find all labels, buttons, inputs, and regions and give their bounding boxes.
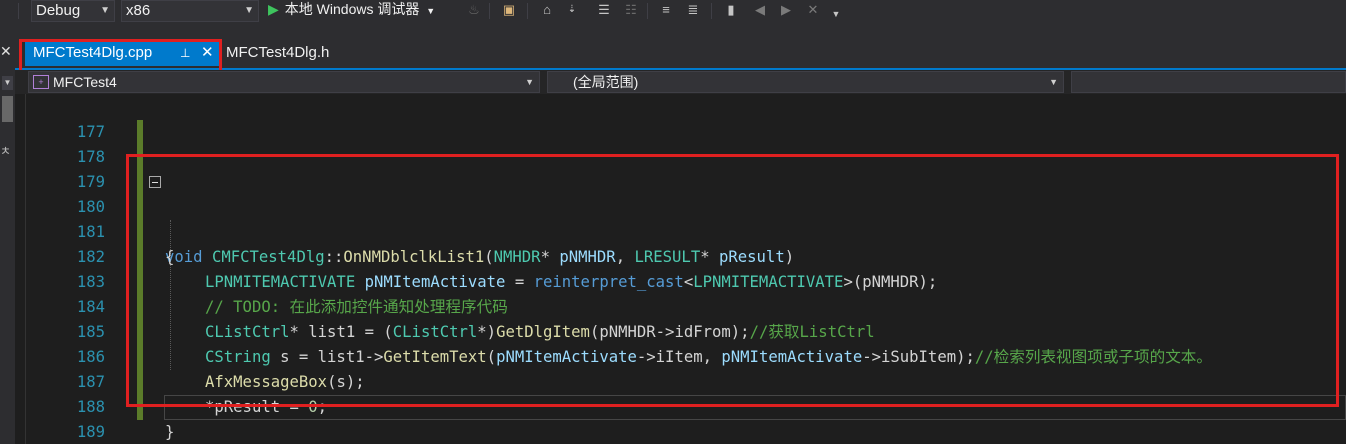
project-name: MFCTest4 [53,74,117,90]
highlight-box-tab [19,39,222,74]
comment-lines-icon[interactable]: ≡ [657,1,675,19]
project-icon: + [33,75,49,89]
step-into-icon[interactable]: ⇣ [563,1,581,19]
code-line: 178 [15,120,1346,166]
chevron-down-icon[interactable]: ▼ [2,76,13,90]
scope-name: (全局范围) [573,74,639,90]
chevron-down-icon: ▼ [426,6,436,16]
close-icon[interactable]: ✕ [0,43,12,60]
solution-configuration-value: Debug [36,2,81,19]
scope-dropdown[interactable]: (全局范围) ▼ [547,71,1064,93]
toolbar: Debug ▼ x86 ▼ ▶ 本地 Windows 调试器 ▼ ♨ ▣ ⌂ ⇣ … [0,0,1346,24]
toolbar-separator [18,3,19,19]
navigation-bar: + MFCTest4 ▼ (全局范围) ▼ [15,70,1346,94]
flame-icon[interactable]: ♨ [465,1,483,19]
tab-mfctest4dlg-h[interactable]: MFCTest4Dlg.h [226,41,329,66]
start-debugging-label: 本地 Windows 调试器 [284,1,420,17]
start-debugging-button[interactable]: ▶ 本地 Windows 调试器 ▼ [268,0,435,22]
bookmark-icon[interactable]: ▮ [722,1,740,19]
member-dropdown[interactable] [1071,71,1346,93]
project-dropdown[interactable]: + MFCTest4 ▼ [28,71,540,93]
tab-label: MFCTest4Dlg.h [226,44,330,61]
code-line: 177 [15,95,1346,141]
left-tool-strip: ✕ ▼ ㅊ [0,24,15,444]
solution-configuration-dropdown[interactable]: Debug ▼ [31,0,115,22]
uncomment-lines-icon[interactable]: ≣ [684,1,702,19]
bookmark-list-icon[interactable]: ☰ [595,1,613,19]
highlight-box-code [126,154,1339,407]
toolbar-separator [489,3,490,19]
home-icon[interactable]: ⌂ [538,1,556,19]
toolbar-separator [647,3,648,19]
collapsed-panel-glyph: ㅊ [0,144,12,158]
solution-platform-dropdown[interactable]: x86 ▼ [121,0,259,22]
next-bookmark-icon[interactable]: ▶ [777,1,795,19]
folder-search-icon[interactable]: ▣ [500,1,518,19]
chevron-down-icon: ▼ [1049,77,1058,87]
toolbar-overflow-icon[interactable]: ▼ [827,5,845,23]
uncomment-icon[interactable]: ☷ [622,1,640,19]
code-text: } [165,423,175,441]
solution-platform-value: x86 [126,2,151,19]
chevron-down-icon: ▼ [244,5,254,16]
chevron-down-icon: ▼ [525,77,534,87]
previous-bookmark-icon[interactable]: ◀ [751,1,769,19]
line-number: 189 [76,423,105,441]
chevron-down-icon: ▼ [100,5,110,16]
toolbar-separator [711,3,712,19]
toolbar-separator [527,3,528,19]
clear-bookmarks-icon[interactable]: ✕ [804,1,822,19]
scrollbar-thumb[interactable] [2,96,13,122]
play-icon: ▶ [268,1,279,17]
